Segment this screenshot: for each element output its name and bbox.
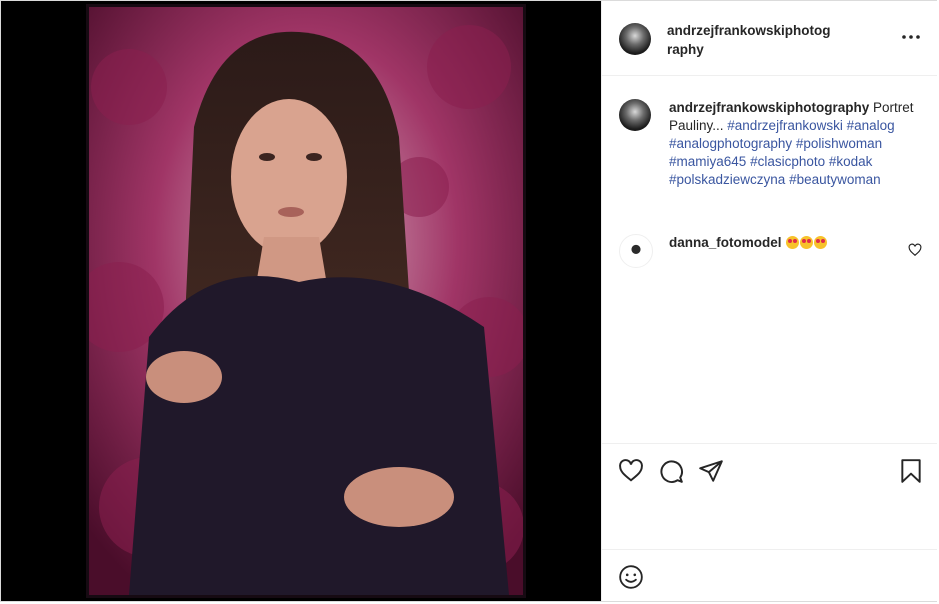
comment-bubble-icon: [660, 460, 683, 483]
save-button[interactable]: [898, 458, 924, 484]
bookmark-icon: [901, 459, 921, 483]
caption-avatar[interactable]: [619, 99, 651, 131]
post-header: andrzejfrankowskiphotog raphy: [602, 1, 937, 76]
hashtag[interactable]: #analog: [847, 118, 895, 133]
post-actions: [602, 443, 937, 550]
commenter-avatar[interactable]: [619, 234, 653, 268]
comment-username[interactable]: danna_fotomodel: [669, 235, 782, 250]
comment-item: danna_fotomodel: [669, 235, 828, 250]
author-avatar[interactable]: [619, 23, 651, 55]
comments-list: andrzejfrankowskiphotography Portret Pau…: [602, 76, 937, 442]
smiley-icon: [619, 565, 643, 589]
heart-icon: [619, 459, 643, 482]
hashtag[interactable]: #polskadziewczyna: [669, 172, 785, 187]
paper-plane-icon: [699, 460, 723, 482]
author-username[interactable]: andrzejfrankowskiphotog raphy: [667, 21, 831, 59]
author-username-line2: raphy: [667, 42, 704, 57]
hashtag[interactable]: #mamiya645: [669, 154, 746, 169]
post-photo[interactable]: [86, 4, 526, 598]
more-options-button[interactable]: [899, 25, 923, 49]
emoji-picker-button[interactable]: [618, 564, 644, 590]
comment-button[interactable]: [658, 458, 684, 484]
more-horizontal-icon: [902, 35, 920, 39]
caption-username[interactable]: andrzejfrankowskiphotography: [669, 100, 869, 115]
small-heart-icon: [908, 243, 922, 257]
hashtag[interactable]: #kodak: [829, 154, 873, 169]
hashtag[interactable]: #analogphotography: [669, 136, 792, 151]
hashtag[interactable]: #polishwoman: [796, 136, 882, 151]
author-username-line1: andrzejfrankowskiphotog: [667, 23, 831, 38]
share-button[interactable]: [698, 458, 724, 484]
hashtag[interactable]: #clasicphoto: [750, 154, 825, 169]
post-side-panel: andrzejfrankowskiphotog raphy andrzejfra…: [601, 1, 937, 601]
add-comment-bar: [602, 549, 937, 602]
post-media: [1, 1, 601, 601]
comment-like-button[interactable]: [908, 243, 922, 257]
like-button[interactable]: [618, 458, 644, 484]
caption-text: andrzejfrankowskiphotography Portret Pau…: [669, 99, 921, 189]
hashtag[interactable]: #beautywoman: [789, 172, 881, 187]
heart-eyes-emoji: [785, 235, 828, 250]
hashtag[interactable]: #andrzejfrankowski: [727, 118, 843, 133]
